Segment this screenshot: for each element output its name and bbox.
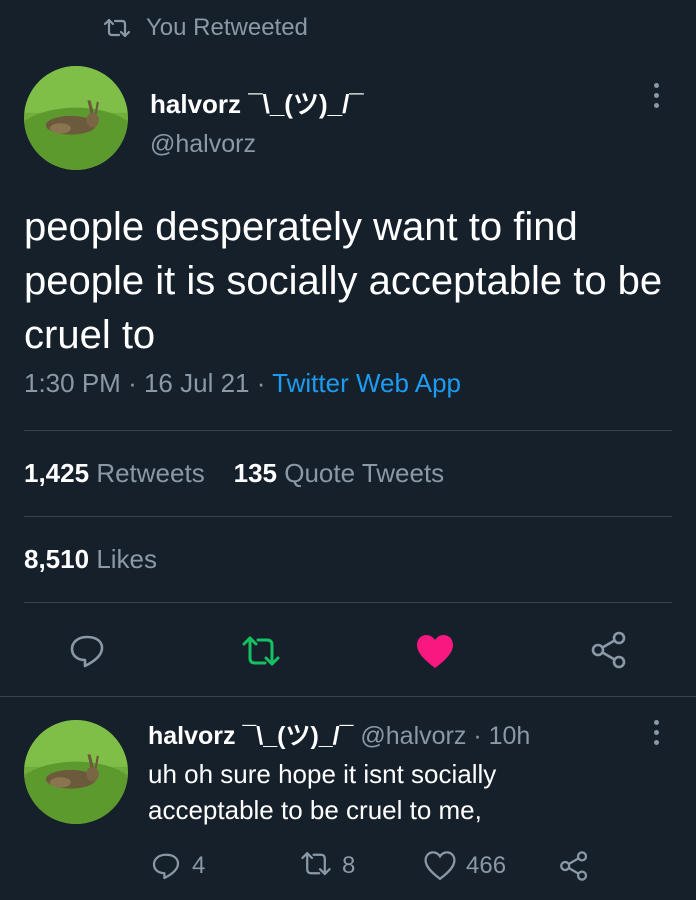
like-icon [417, 635, 453, 668]
reply-author-name[interactable]: halvorz ¯\_(ツ)_/¯ [148, 722, 353, 750]
avatar-hare-icon [24, 66, 128, 170]
reply-count: 4 [192, 852, 206, 879]
author-name[interactable]: halvorz ¯\_(ツ)_/¯ [150, 84, 364, 121]
reply-author-handle[interactable]: @halvorz [360, 722, 466, 750]
quote-tweets-stat[interactable]: 135 Quote Tweets [234, 458, 445, 488]
share-icon [560, 851, 588, 881]
reply-avatar[interactable] [24, 720, 128, 824]
likes-stat[interactable]: 8,510 Likes [24, 544, 157, 575]
retweet-button[interactable] [241, 634, 281, 674]
reply-action-reply[interactable]: 4 [150, 846, 205, 886]
retweet-icon [242, 636, 280, 666]
tweet-time: 1:30 PM [24, 368, 121, 398]
more-options-icon[interactable] [651, 83, 661, 108]
divider [0, 696, 696, 697]
likes-label: Likes [96, 544, 158, 574]
like-count: 466 [466, 852, 507, 879]
divider [24, 516, 672, 517]
share-icon [591, 631, 626, 669]
reply-action-share[interactable] [558, 846, 590, 886]
avatar[interactable] [24, 66, 128, 170]
retweets-label: Retweets [96, 458, 205, 488]
retweet-banner-text: You Retweeted [146, 14, 308, 41]
reply-separator: · [473, 722, 482, 750]
retweet-count: 8 [342, 852, 356, 879]
reply-header: halvorz ¯\_(ツ)_/¯ @halvorz · 10h [148, 716, 530, 752]
likes-count: 8,510 [24, 544, 90, 574]
retweets-count: 1,425 [24, 458, 90, 488]
author-handle[interactable]: @halvorz [150, 130, 256, 159]
reply-icon [152, 853, 180, 880]
reply-time[interactable]: 10h [489, 722, 531, 750]
divider [24, 602, 672, 603]
quote-label: Quote Tweets [284, 458, 445, 488]
meta-separator: · [256, 368, 266, 398]
reply-action-retweet[interactable]: 8 [300, 846, 355, 886]
reply-button[interactable] [67, 631, 107, 671]
reply-icon [70, 635, 104, 668]
tweet-source-link[interactable]: Twitter Web App [272, 368, 461, 398]
tweet-text: people desperately want to find people i… [24, 205, 663, 357]
retweets-stat[interactable]: 1,425 Retweets [24, 458, 205, 488]
retweet-icon [103, 18, 131, 38]
meta-separator: · [128, 368, 137, 398]
tweet-meta: 1:30 PM · 16 Jul 21 · Twitter Web App [24, 368, 461, 399]
reply-action-like[interactable]: 466 [424, 846, 506, 886]
divider [24, 430, 672, 431]
tweet-date: 16 Jul 21 [143, 368, 250, 398]
stats-retweets-quotes: 1,425 Retweets 135 Quote Tweets [24, 458, 444, 489]
avatar-hare-icon [24, 720, 128, 824]
quote-count: 135 [233, 458, 277, 488]
retweet-banner: You Retweeted [102, 12, 308, 44]
reply-text: uh oh sure hope it isnt socially accepta… [148, 759, 497, 825]
share-button[interactable] [589, 630, 629, 670]
like-button[interactable] [415, 632, 455, 672]
like-icon [424, 851, 456, 881]
reply-more-options-icon[interactable] [651, 720, 661, 745]
retweet-icon [301, 852, 331, 876]
